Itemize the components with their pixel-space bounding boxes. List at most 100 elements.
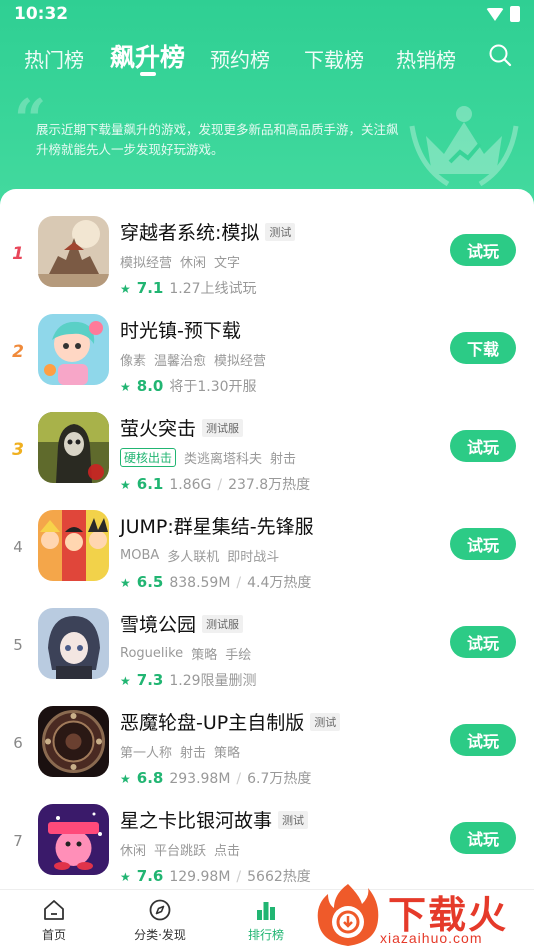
star-icon: ★ (120, 870, 131, 884)
list-item[interactable]: 7 星之卡比银河故事 测试 休闲 平台跳跃 点击 ★ 7.6 129.98M /… (0, 804, 534, 889)
banner-description: 展示近期下载量飙升的游戏，发现更多新品和高品质手游，关注飙升榜就能先人一步发现好… (36, 122, 399, 157)
app-size: 1.86G (169, 477, 212, 493)
list-item[interactable]: 5 雪境公园 测试服 Roguelike 策略 手绘 ★ 7.3 1.29限量删… (0, 608, 534, 706)
list-item[interactable]: 4 JUMP:群星集结-先锋服 MOBA 多人联机 即时战斗 ★ 6.5 838… (0, 510, 534, 608)
app-icon[interactable] (38, 216, 109, 287)
list-item[interactable]: 3 萤火突击 测试服 硬核出击 类逃离塔科夫 射击 ★ 6.1 1.86G / … (0, 412, 534, 510)
category-tag: MOBA (120, 548, 160, 563)
battery-icon (510, 6, 520, 22)
app-title[interactable]: 雪境公园 测试服 (120, 610, 244, 637)
app-size: 838.59M (169, 575, 231, 591)
app-icon[interactable] (38, 706, 109, 777)
tab-bestseller[interactable]: 热销榜 (396, 44, 456, 73)
nav-discover[interactable]: 分类·发现 (120, 898, 200, 943)
tab-download[interactable]: 下载榜 (304, 44, 364, 73)
ranking-tabs: 热门榜 飙升榜 预约榜 下载榜 热销榜 (0, 38, 534, 82)
list-item[interactable]: 2 时光镇-预下载 像素 温馨治愈 模拟经营 ★ 8.0 将于1.30开服 下载 (0, 314, 534, 412)
search-icon[interactable] (488, 43, 512, 67)
try-play-button[interactable]: 试玩 (450, 528, 516, 560)
app-icon[interactable] (38, 804, 109, 875)
tab-reserve[interactable]: 预约榜 (210, 44, 270, 73)
crown-trophy-icon (409, 106, 519, 187)
test-tag: 测试 (310, 712, 341, 731)
app-meta: ★ 7.3 1.29限量删测 (120, 670, 257, 690)
test-server-tag: 测试服 (202, 614, 244, 633)
category-tag: 模拟经营 (120, 256, 173, 271)
app-title[interactable]: 穿越者系统:模拟 测试 (120, 218, 296, 245)
ranking-icon (257, 902, 275, 920)
app-popularity: 6.7万热度 (247, 771, 312, 787)
download-button[interactable]: 下载 (450, 332, 516, 364)
nav-ranking[interactable]: 排行榜 (226, 898, 306, 943)
app-score: 6.5 (136, 573, 164, 591)
app-icon[interactable] (38, 608, 109, 679)
test-tag: 测试 (278, 810, 309, 829)
try-play-button[interactable]: 试玩 (450, 234, 516, 266)
app-score: 6.1 (136, 475, 164, 493)
star-icon: ★ (120, 282, 131, 296)
category-tag: 类逃离塔科夫 (184, 452, 263, 467)
app-categories: 硬核出击 类逃离塔科夫 射击 (120, 448, 296, 467)
separator: / (236, 869, 242, 885)
meta-info: 将于1.30开服 (169, 379, 257, 395)
category-tag: 休闲 (180, 256, 207, 271)
app-score: 7.3 (136, 671, 164, 689)
app-meta: ★ 6.8 293.98M / 6.7万热度 (120, 768, 311, 788)
app-popularity: 237.8万热度 (228, 477, 311, 493)
try-play-button[interactable]: 试玩 (450, 626, 516, 658)
category-tag: 第一人称 (120, 746, 173, 761)
rank-number: 1 (12, 244, 24, 264)
app-name-text: 时光镇-预下载 (120, 320, 241, 342)
category-tag: 策略 (191, 648, 218, 663)
feature-badge: 硬核出击 (120, 448, 177, 467)
active-tab-indicator (140, 72, 156, 76)
app-meta: ★ 6.5 838.59M / 4.4万热度 (120, 572, 311, 592)
list-item[interactable]: 6 恶魔轮盘-UP主自制版 测试 第一人称 射击 策略 ★ 6.8 293.98… (0, 706, 534, 804)
tab-rising[interactable]: 飙升榜 (110, 38, 185, 74)
rank-number: 3 (12, 440, 24, 460)
separator: / (236, 771, 242, 787)
app-name-text: 穿越者系统:模拟 (120, 222, 260, 244)
status-icons (486, 6, 520, 22)
app-title[interactable]: 星之卡比银河故事 测试 (120, 806, 309, 833)
separator: / (236, 575, 242, 591)
app-score: 6.8 (136, 769, 164, 787)
try-play-button[interactable]: 试玩 (450, 724, 516, 756)
app-popularity: 5662热度 (247, 869, 311, 885)
nav-home[interactable]: 首页 (14, 898, 94, 943)
app-title[interactable]: 萤火突击 测试服 (120, 414, 244, 441)
category-tag: 射击 (270, 452, 297, 467)
category-tag: Roguelike (120, 646, 184, 661)
app-meta: ★ 7.1 1.27上线试玩 (120, 278, 257, 298)
category-tag: 温馨治愈 (154, 354, 207, 369)
nav-label: 排行榜 (247, 928, 284, 942)
try-play-button[interactable]: 试玩 (450, 430, 516, 462)
app-categories: Roguelike 策略 手绘 (120, 644, 251, 663)
home-icon (44, 900, 64, 920)
app-icon[interactable] (38, 510, 109, 581)
category-tag: 休闲 (120, 844, 147, 859)
app-categories: 休闲 平台跳跃 点击 (120, 840, 240, 859)
try-play-button[interactable]: 试玩 (450, 822, 516, 854)
app-size: 129.98M (169, 869, 231, 885)
app-title[interactable]: 时光镇-预下载 (120, 316, 241, 343)
app-name-text: 星之卡比银河故事 (120, 810, 273, 832)
status-time: 10:32 (14, 4, 69, 24)
app-categories: MOBA 多人联机 即时战斗 (120, 546, 279, 565)
app-name-text: 恶魔轮盘-UP主自制版 (120, 712, 305, 734)
status-bar: 10:32 (0, 0, 534, 28)
app-icon[interactable] (38, 314, 109, 385)
app-title[interactable]: 恶魔轮盘-UP主自制版 测试 (120, 708, 341, 735)
meta-info: 1.29限量删测 (169, 673, 257, 689)
category-tag: 多人联机 (167, 550, 220, 565)
rank-number: 7 (13, 832, 23, 850)
category-tag: 文字 (214, 256, 241, 271)
star-icon: ★ (120, 576, 131, 590)
rank-number: 6 (13, 734, 23, 752)
app-title[interactable]: JUMP:群星集结-先锋服 (120, 512, 314, 539)
tab-hot[interactable]: 热门榜 (24, 44, 84, 73)
app-name-text: JUMP:群星集结-先锋服 (120, 516, 314, 538)
app-icon[interactable] (38, 412, 109, 483)
list-item[interactable]: 1 穿越者系统:模拟 测试 模拟经营 休闲 文字 ★ 7.1 1.27上线试玩 … (0, 216, 534, 314)
app-meta: ★ 6.1 1.86G / 237.8万热度 (120, 474, 310, 494)
